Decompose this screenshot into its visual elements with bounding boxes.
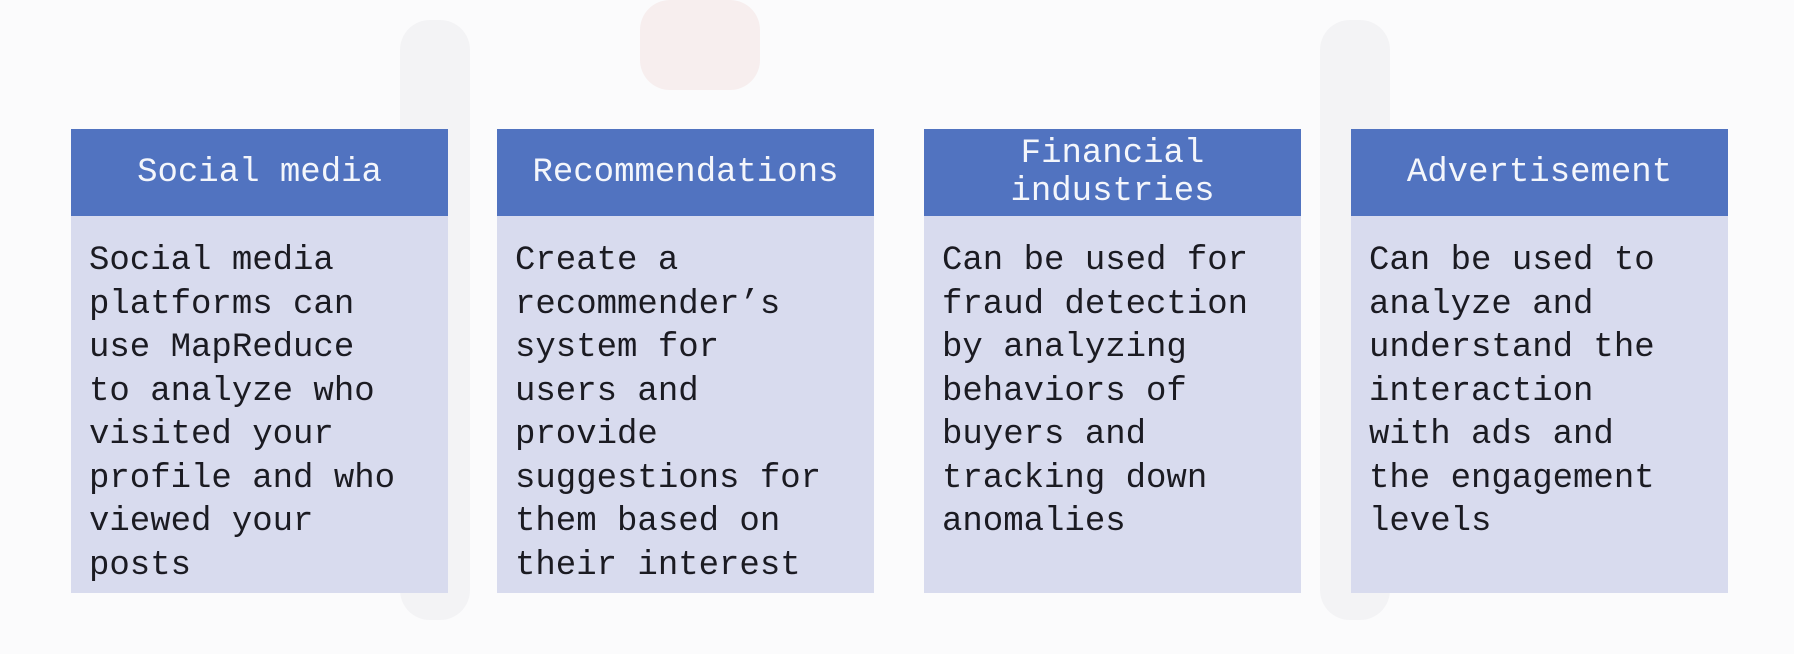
card-description-line: users and (515, 372, 699, 411)
card-description-line: to analyze who (89, 372, 375, 411)
card-description-line: fraud detection (942, 285, 1249, 324)
card-description-line: anomalies (942, 503, 1126, 541)
card-title-line: industries (1010, 172, 1215, 211)
card-description: Can be used to analyze and understand the i… (1351, 216, 1728, 545)
card-title: Financial industries (924, 129, 1301, 216)
card-description-line: their interest (515, 546, 801, 585)
card-description-line: Can be used for (942, 242, 1249, 280)
card-title: Advertisement (1351, 129, 1728, 216)
card-description-line: interaction (1369, 372, 1594, 411)
card-description: Can be used for fraud detection by analyzi… (924, 216, 1301, 545)
card-description-line: the engagement (1369, 459, 1655, 498)
card-title: Social media (71, 129, 448, 216)
card-title-line: Social media (137, 153, 382, 192)
card-description-line: analyze and (1369, 285, 1594, 324)
card-title-line: Financial (1020, 134, 1205, 173)
card-description-line: behaviors of (942, 372, 1187, 411)
card-description-line: suggestions for (515, 459, 822, 498)
card-description-line: posts (89, 546, 192, 585)
card-description-line: Create a (515, 242, 679, 280)
use-case-card: Financial industries Can be used for fraud … (924, 129, 1301, 593)
card-description: Social media platforms can use MapReduce to… (71, 216, 448, 588)
card-description-line: Can be used to (1369, 242, 1655, 280)
card-description-line: Social media (89, 242, 334, 280)
card-description-line: by analyzing (942, 329, 1187, 367)
card-description-line: recommender’s (515, 285, 781, 324)
card-description-line: with ads and (1369, 416, 1614, 454)
card-title: Recommendations (497, 129, 874, 216)
card-title-line: Recommendations (532, 153, 839, 192)
card-description: Create a recommender’s system for users and… (497, 216, 874, 588)
card-description-line: understand the (1369, 329, 1655, 367)
card-description-line: levels (1369, 503, 1492, 541)
card-title-line: Advertisement (1406, 153, 1673, 192)
card-description-line: platforms can (89, 285, 355, 324)
use-case-card: Advertisement Can be used to analyze and un… (1351, 129, 1728, 593)
background-watermark (640, 0, 760, 90)
card-description-line: system for (515, 329, 720, 367)
card-description-line: visited your (89, 416, 334, 454)
card-description-line: tracking down (942, 459, 1208, 498)
card-description-line: viewed your (89, 503, 314, 541)
card-description-line: provide (515, 416, 658, 454)
card-description-line: profile and who (89, 459, 396, 498)
use-case-card: Social media Social media platforms can use… (71, 129, 448, 593)
use-case-card: Recommendations Create a recommender’s syst… (497, 129, 874, 593)
card-description-line: buyers and (942, 416, 1147, 454)
card-description-line: them based on (515, 503, 781, 541)
card-description-line: use MapReduce (89, 329, 355, 367)
